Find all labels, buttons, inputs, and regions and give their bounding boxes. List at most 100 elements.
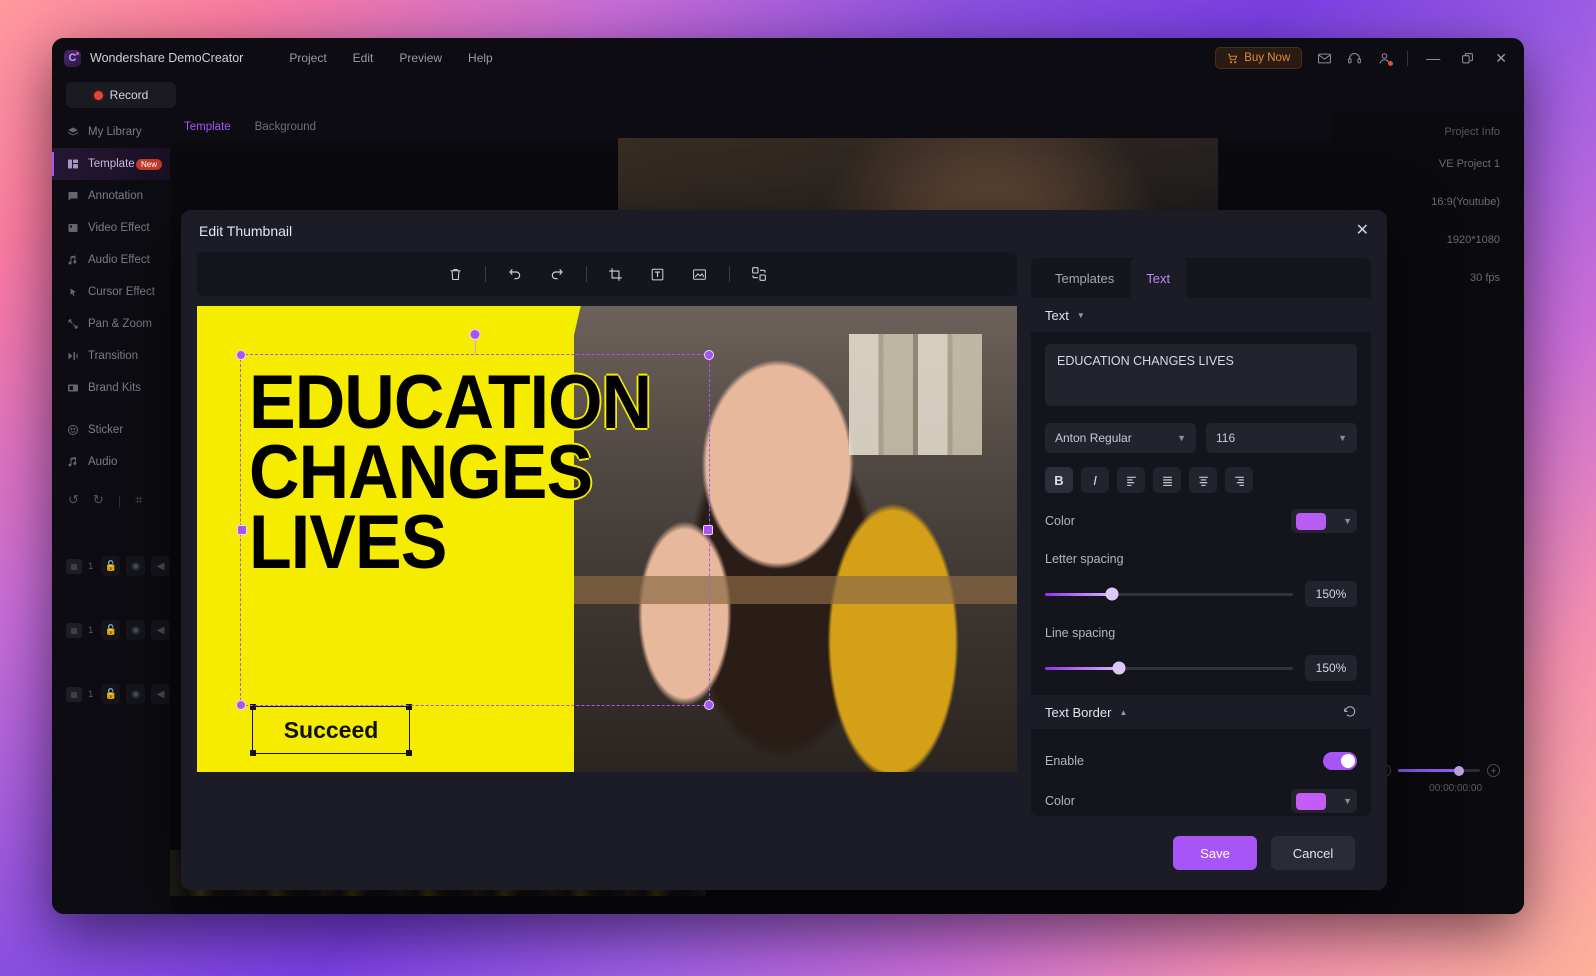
letter-spacing-track[interactable]: [1045, 587, 1293, 601]
sidebar-item-audio-effect[interactable]: Audio Effect: [52, 244, 170, 276]
font-row: Anton Regular ▼ 116 ▼: [1045, 423, 1357, 453]
sidebar-label: Brand Kits: [88, 382, 142, 394]
account-icon[interactable]: [1377, 51, 1394, 66]
rotate-handle[interactable]: [469, 329, 481, 340]
border-color-swatch: [1296, 792, 1326, 810]
align-justify-icon[interactable]: [1153, 467, 1181, 493]
replace-icon[interactable]: [746, 261, 772, 287]
cancel-button[interactable]: Cancel: [1271, 836, 1355, 870]
tab-background[interactable]: Background: [255, 121, 316, 133]
sidebar-item-pan-zoom[interactable]: Pan & Zoom: [52, 308, 170, 340]
reset-icon[interactable]: [1343, 705, 1357, 719]
track-lock-icon[interactable]: 🔓: [101, 556, 121, 576]
text-color-row: Color ▼: [1045, 509, 1357, 533]
line-spacing-track[interactable]: [1045, 661, 1293, 675]
sidebar-item-template[interactable]: Template New: [52, 148, 170, 180]
track-visibility-icon[interactable]: ◉: [126, 556, 146, 576]
font-size-select[interactable]: 116 ▼: [1206, 423, 1357, 453]
align-left-icon[interactable]: [1117, 467, 1145, 493]
support-headset-icon[interactable]: [1347, 51, 1362, 66]
border-color-picker[interactable]: ▼: [1291, 789, 1357, 813]
sidebar-item-annotation[interactable]: Annotation: [52, 180, 170, 212]
track-lock-icon[interactable]: 🔓: [101, 620, 121, 640]
text-color-picker[interactable]: ▼: [1291, 509, 1357, 533]
track-lock-icon[interactable]: 🔓: [101, 684, 121, 704]
thumbnail-canvas[interactable]: EDUCATION CHANGES LIVES Succeed: [197, 306, 1017, 772]
zoom-in-icon[interactable]: +: [1487, 764, 1500, 777]
tab-text[interactable]: Text: [1130, 258, 1187, 298]
timeline-undo-icon[interactable]: ↺: [68, 492, 79, 508]
sidebar-item-cursor-effect[interactable]: Cursor Effect: [52, 276, 170, 308]
align-right-icon[interactable]: [1225, 467, 1253, 493]
text-icon[interactable]: [645, 261, 671, 287]
sub-handle-br[interactable]: [406, 750, 412, 756]
track-row[interactable]: ▦ 1 🔓 ◉ ◀: [52, 598, 171, 662]
zoom-slider-knob[interactable]: [1453, 765, 1464, 776]
track-mute-icon[interactable]: ◀: [151, 684, 171, 704]
line-spacing-slider[interactable]: 150%: [1045, 655, 1357, 681]
minimize-button[interactable]: —: [1423, 50, 1443, 66]
audio-effect-icon: [66, 254, 79, 266]
tab-templates[interactable]: Templates: [1039, 258, 1130, 298]
text-border-section-header[interactable]: Text Border ▲: [1031, 695, 1371, 729]
menu-item-project[interactable]: Project: [289, 51, 326, 65]
resize-handle-bottom-left[interactable]: [236, 700, 246, 710]
maximize-button[interactable]: [1458, 52, 1477, 65]
text-selection-box[interactable]: [236, 329, 714, 710]
track-mute-icon[interactable]: ◀: [151, 556, 171, 576]
sidebar-item-sticker[interactable]: Sticker: [52, 414, 170, 446]
sidebar-item-brand-kits[interactable]: Brand Kits: [52, 372, 170, 404]
letter-spacing-slider[interactable]: 150%: [1045, 581, 1357, 607]
letter-spacing-knob[interactable]: [1105, 587, 1119, 601]
crop-icon[interactable]: [603, 261, 629, 287]
sub-handle-bl[interactable]: [250, 750, 256, 756]
menu-item-help[interactable]: Help: [468, 51, 493, 65]
font-family-select[interactable]: Anton Regular ▼: [1045, 423, 1196, 453]
record-button[interactable]: Record: [66, 82, 176, 108]
project-aspect-ratio: 16:9(Youtube): [1431, 196, 1500, 208]
border-enable-toggle[interactable]: [1323, 752, 1357, 770]
track-row[interactable]: ▦ 1 🔓 ◉ ◀: [52, 662, 171, 726]
dialog-close-icon[interactable]: ✕: [1356, 223, 1369, 239]
menu-item-edit[interactable]: Edit: [353, 51, 374, 65]
timeline-crop-icon[interactable]: ⌗: [135, 492, 142, 508]
buy-now-button[interactable]: Buy Now: [1215, 47, 1303, 69]
zoom-slider-track[interactable]: [1398, 765, 1480, 776]
resize-handle-top-right[interactable]: [704, 350, 714, 360]
close-button[interactable]: ✕: [1492, 50, 1510, 67]
track-mute-icon[interactable]: ◀: [151, 620, 171, 640]
delete-icon[interactable]: [443, 261, 469, 287]
chevron-up-icon[interactable]: ▲: [1119, 708, 1127, 717]
border-color-label: Color: [1045, 794, 1075, 808]
sidebar-item-my-library[interactable]: My Library: [52, 116, 170, 148]
sidebar-item-audio[interactable]: Audio: [52, 446, 170, 478]
bold-button[interactable]: B: [1045, 467, 1073, 493]
resize-handle-middle-left[interactable]: [237, 525, 247, 535]
save-button[interactable]: Save: [1173, 836, 1257, 870]
resize-handle-bottom-right[interactable]: [704, 700, 714, 710]
resize-handle-middle-right[interactable]: [703, 525, 713, 535]
track-visibility-icon[interactable]: ◉: [126, 620, 146, 640]
text-section-header[interactable]: Text ▼: [1031, 298, 1371, 332]
line-spacing-knob[interactable]: [1112, 661, 1126, 675]
canvas-sub-text-box[interactable]: Succeed: [250, 704, 412, 756]
undo-icon[interactable]: [502, 261, 528, 287]
text-content-input[interactable]: [1045, 344, 1357, 406]
tab-template[interactable]: Template: [184, 121, 231, 133]
track-number: 1: [88, 560, 94, 572]
resize-handle-top-left[interactable]: [236, 350, 246, 360]
timeline-redo-icon[interactable]: ↻: [93, 492, 104, 508]
menu-item-preview[interactable]: Preview: [399, 51, 442, 65]
sidebar-item-transition[interactable]: Transition: [52, 340, 170, 372]
image-icon[interactable]: [687, 261, 713, 287]
align-center-icon[interactable]: [1189, 467, 1217, 493]
chevron-down-icon[interactable]: ▼: [1077, 311, 1085, 320]
italic-button[interactable]: I: [1081, 467, 1109, 493]
line-spacing-value[interactable]: 150%: [1305, 655, 1357, 681]
mail-icon[interactable]: [1317, 51, 1332, 66]
letter-spacing-value[interactable]: 150%: [1305, 581, 1357, 607]
track-visibility-icon[interactable]: ◉: [126, 684, 146, 704]
sidebar-item-video-effect[interactable]: Video Effect: [52, 212, 170, 244]
redo-icon[interactable]: [544, 261, 570, 287]
track-row[interactable]: ▦ 1 🔓 ◉ ◀: [52, 534, 171, 598]
